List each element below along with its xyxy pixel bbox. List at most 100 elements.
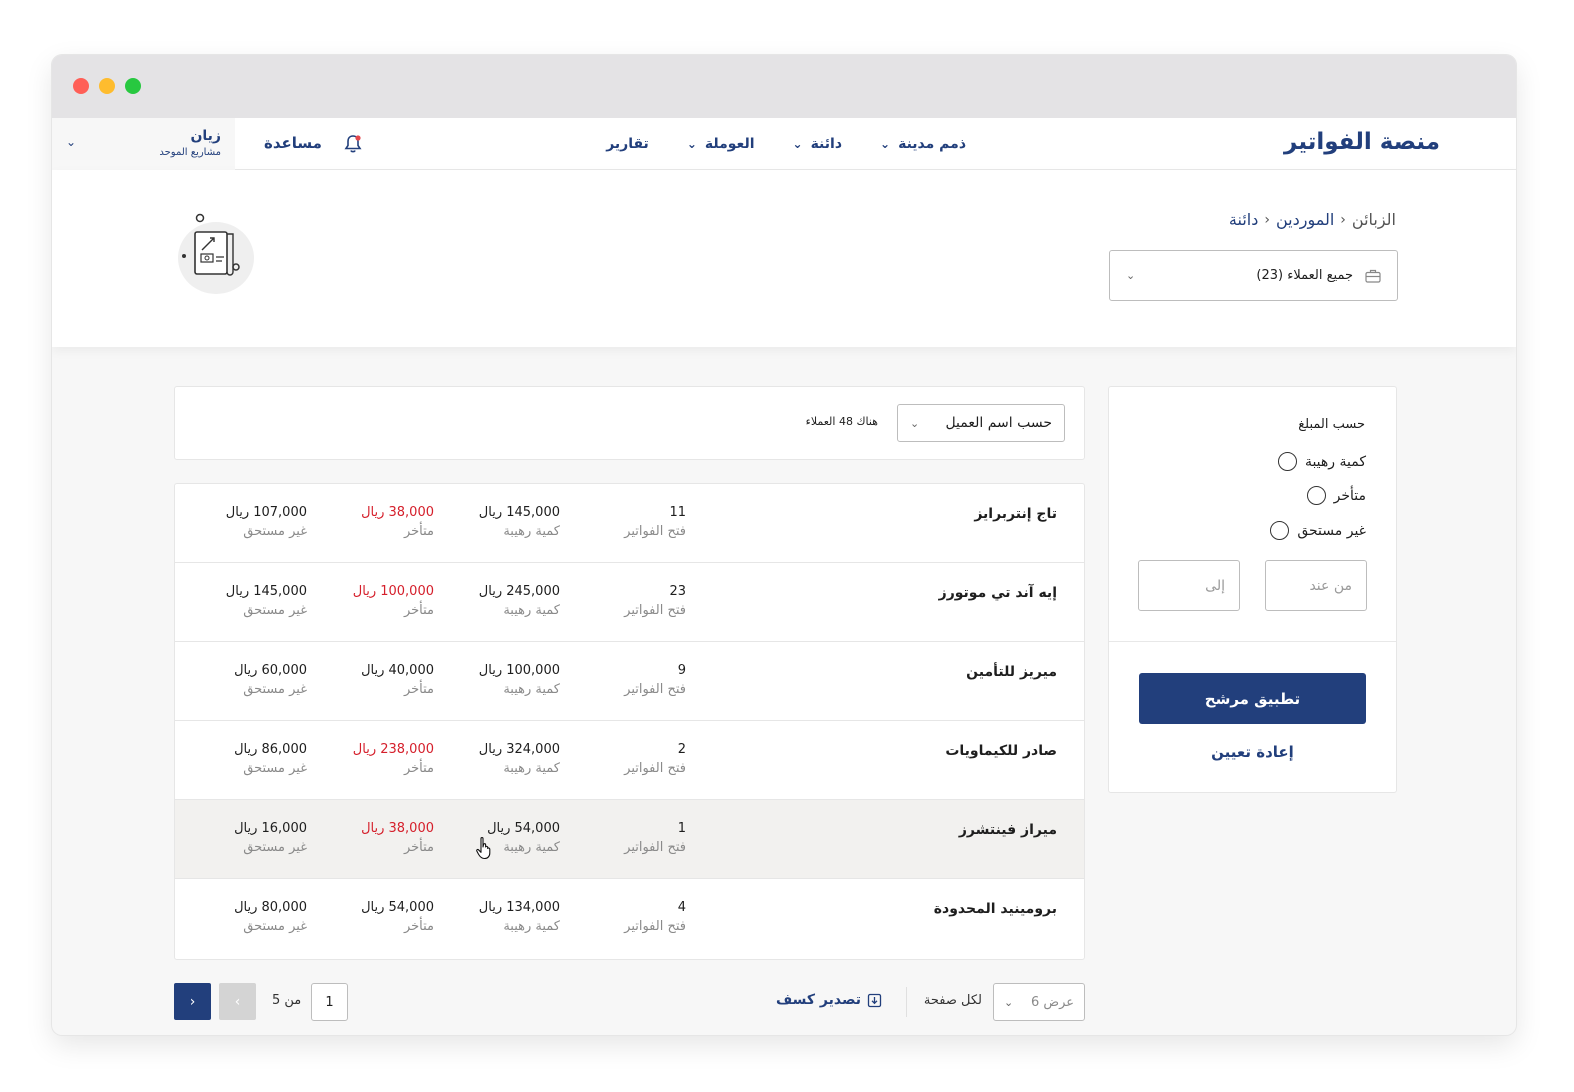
chevron-down-icon: ⌄ xyxy=(792,137,803,151)
bell-icon[interactable] xyxy=(344,134,362,154)
overdue-label: متأخر xyxy=(403,919,434,934)
open-invoices-label: فتح الفواتير xyxy=(624,603,686,618)
next-page-button[interactable]: › xyxy=(174,983,211,1020)
open-invoices-value: 9 xyxy=(677,663,686,678)
customer-name[interactable]: ميريز للتأمين xyxy=(966,664,1057,680)
nav-item-factoring[interactable]: العوملة ⌄ xyxy=(687,136,755,152)
apply-filter-button[interactable]: تطبيق مرشح xyxy=(1139,673,1366,724)
previous-page-button[interactable]: ‹ xyxy=(219,983,256,1020)
breadcrumb-item-customers: الزبائن xyxy=(1351,210,1396,229)
overdue-cell: 40,000 ريال متأخر xyxy=(361,663,434,697)
chevron-down-icon: ⌄ xyxy=(1126,269,1136,282)
page-number-input[interactable] xyxy=(311,983,348,1021)
maximize-window-button[interactable] xyxy=(125,78,141,94)
table-row[interactable]: تاج إنتربرايز 11 فتح الفواتير 145,000 ريا… xyxy=(175,484,1084,563)
sort-select-value: حسب اسم العميل xyxy=(945,415,1052,431)
customer-name[interactable]: ميراز فينتشرز xyxy=(959,822,1057,838)
nav-item-payables[interactable]: دائنة ⌄ xyxy=(793,136,843,152)
filter-option-total[interactable]: كمية رهيبة xyxy=(1277,452,1366,471)
nav-item-receivables[interactable]: ذمم مدينة ⌄ xyxy=(880,136,966,152)
not-due-value: 60,000 ريال xyxy=(234,663,307,678)
not-due-value: 145,000 ريال xyxy=(225,584,307,599)
not-due-cell: 60,000 ريال غير مستحق xyxy=(234,663,307,697)
open-invoices-label: فتح الفواتير xyxy=(624,524,686,539)
chevron-down-icon: ⌄ xyxy=(686,137,697,151)
not-due-cell: 80,000 ريال غير مستحق xyxy=(234,900,307,934)
open-invoices-value: 4 xyxy=(677,900,686,915)
customer-select[interactable]: جميع العملاء (23) ⌄ xyxy=(1109,250,1398,301)
amount-to-input[interactable] xyxy=(1138,560,1240,611)
open-invoices-cell: 1 فتح الفواتير xyxy=(624,821,686,855)
brand-logo[interactable]: منصة الفواتير xyxy=(1284,129,1440,155)
per-page-select[interactable]: عرض 6 ⌄ xyxy=(993,983,1085,1021)
sort-select[interactable]: حسب اسم العميل ⌄ xyxy=(897,404,1065,442)
reset-filter-link[interactable]: إعادة تعيين xyxy=(1109,743,1396,761)
open-invoices-label: فتح الفواتير xyxy=(624,761,686,776)
table-row[interactable]: صادر للكيماويات 2 فتح الفواتير 324,000 ري… xyxy=(175,721,1084,800)
not-due-label: غير مستحق xyxy=(243,761,307,776)
overdue-value: 38,000 ريال xyxy=(361,505,434,520)
close-window-button[interactable] xyxy=(73,78,89,94)
customer-name[interactable]: تاج إنتربرايز xyxy=(974,506,1057,522)
hand-cursor-icon xyxy=(476,836,491,860)
overdue-label: متأخر xyxy=(403,524,434,539)
user-company: مشاريع الموحد xyxy=(159,147,221,158)
not-due-value: 107,000 ريال xyxy=(225,505,307,520)
open-invoices-cell: 9 فتح الفواتير xyxy=(624,663,686,697)
radio-button[interactable] xyxy=(1270,521,1290,540)
total-amount-label: كمية رهيبة xyxy=(503,761,560,776)
not-due-cell: 107,000 ريال غير مستحق xyxy=(226,505,307,539)
export-csv-button[interactable]: تصدير كسف xyxy=(776,992,882,1008)
breadcrumb-item-payables[interactable]: دائنة xyxy=(1229,210,1258,229)
not-due-cell: 16,000 ريال غير مستحق xyxy=(234,821,307,855)
total-amount-label: كمية رهيبة xyxy=(503,840,560,855)
total-amount-value: 324,000 ريال xyxy=(478,742,560,757)
user-menu[interactable]: زيان مشاريع الموحد ⌄ xyxy=(52,118,235,170)
total-amount-value: 145,000 ريال xyxy=(478,505,560,520)
overdue-value: 54,000 ريال xyxy=(361,900,434,915)
overdue-label: متأخر xyxy=(403,840,434,855)
minimize-window-button[interactable] xyxy=(99,78,115,94)
filter-option-label: غير مستحق xyxy=(1297,522,1366,539)
table-footer: عرض 6 ⌄ لكل صفحة تصدير كسف من 5 ‹ › xyxy=(174,983,1085,1021)
overdue-label: متأخر xyxy=(403,761,434,776)
breadcrumb-item-suppliers[interactable]: الموردين xyxy=(1276,210,1334,229)
total-pages-text: من 5 xyxy=(272,993,302,1008)
chevron-down-icon: ⌄ xyxy=(880,137,891,151)
total-amount-cell: 54,000 ريال كمية رهيبة xyxy=(487,821,560,855)
page-header: دائنة ‹ الموردين ‹ الزبائن جميع العملاء … xyxy=(52,170,1516,347)
table-row[interactable]: ميراز فينتشرز 1 فتح الفواتير 54,000 ريال ك… xyxy=(175,800,1084,879)
table-row[interactable]: برومينيد المحدودة 4 فتح الفواتير 134,000 … xyxy=(175,879,1084,958)
amount-from-input[interactable] xyxy=(1265,560,1367,611)
title-bar xyxy=(52,55,1516,118)
customer-name[interactable]: صادر للكيماويات xyxy=(945,743,1057,759)
nav-item-label: دائنة xyxy=(810,136,843,152)
radio-button[interactable] xyxy=(1306,486,1326,505)
invoice-illustration-icon xyxy=(178,213,254,294)
customer-name[interactable]: إيه آند تي موتورز xyxy=(939,585,1057,601)
table-row[interactable]: ميريز للتأمين 9 فتح الفواتير 100,000 ريال… xyxy=(175,642,1084,721)
nav-item-label: ذمم مدينة xyxy=(898,136,966,152)
overdue-label: متأخر xyxy=(403,682,434,697)
filter-option-overdue[interactable]: متأخر xyxy=(1306,486,1366,505)
open-invoices-label: فتح الفواتير xyxy=(624,682,686,697)
total-amount-label: كمية رهيبة xyxy=(503,524,560,539)
customer-count: هناك 48 العملاء xyxy=(805,415,878,428)
overdue-cell: 38,000 ريال متأخر xyxy=(361,505,434,539)
nav-item-reports[interactable]: تقارير xyxy=(606,136,649,152)
chevron-left-icon: ‹ xyxy=(234,993,241,1010)
customer-name[interactable]: برومينيد المحدودة xyxy=(934,901,1057,917)
total-amount-cell: 134,000 ريال كمية رهيبة xyxy=(479,900,560,934)
radio-button[interactable] xyxy=(1277,452,1297,471)
open-invoices-value: 1 xyxy=(677,821,686,836)
per-page-label: لكل صفحة xyxy=(923,993,982,1008)
total-amount-cell: 324,000 ريال كمية رهيبة xyxy=(479,742,560,776)
filter-option-not-due[interactable]: غير مستحق xyxy=(1270,521,1366,540)
chevron-down-icon: ⌄ xyxy=(1004,995,1014,1009)
not-due-label: غير مستحق xyxy=(243,919,307,934)
overdue-value: 38,000 ريال xyxy=(361,821,434,836)
table-row[interactable]: إيه آند تي موتورز 23 فتح الفواتير 245,000… xyxy=(175,563,1084,642)
customer-select-value: جميع العملاء (23) xyxy=(1256,268,1353,283)
filter-option-label: كمية رهيبة xyxy=(1304,453,1366,470)
help-link[interactable]: مساعدة xyxy=(264,134,322,152)
